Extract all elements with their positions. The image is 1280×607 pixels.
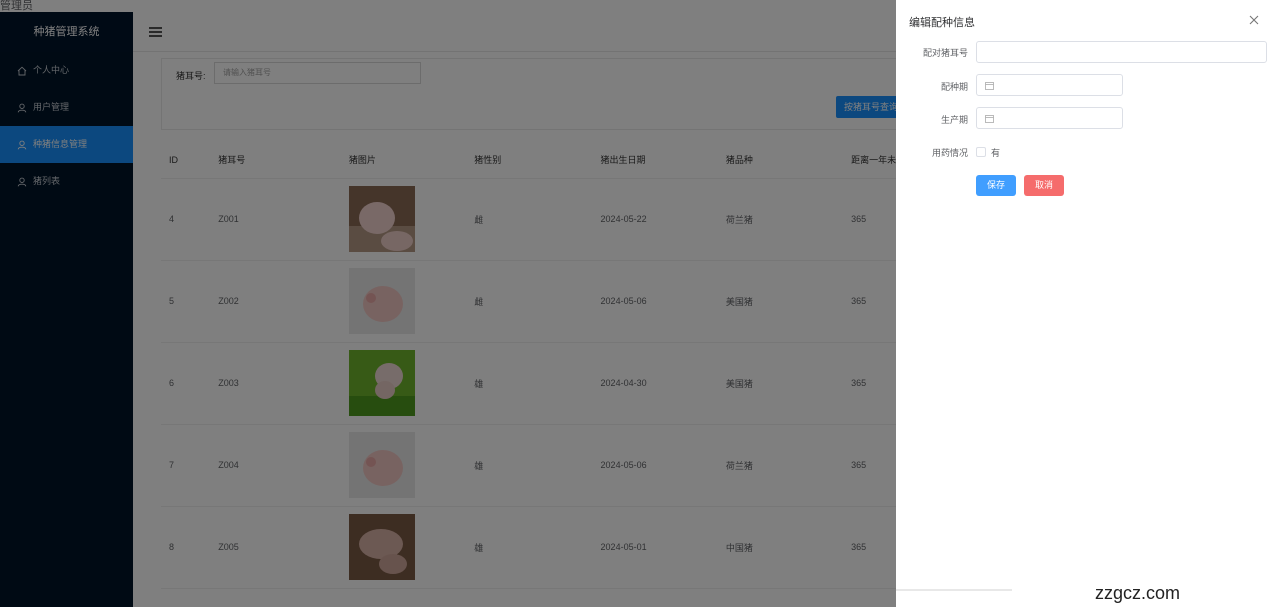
medication-checkbox[interactable] — [976, 147, 986, 157]
calendar-icon — [985, 115, 994, 123]
breeding-period-label: 配种期 — [940, 82, 968, 92]
cancel-button[interactable]: 取消 — [1024, 175, 1064, 196]
watermark: zzgcz.com — [1095, 583, 1181, 603]
pair-ear-label: 配对猪耳号 — [922, 48, 968, 58]
edit-breeding-drawer: 编辑配种信息 配对猪耳号 配种期 生产期 用药情况 有 保存 取消 — [896, 0, 1280, 607]
horizontal-scrollbar[interactable] — [896, 589, 1012, 591]
production-period-label: 生产期 — [940, 115, 968, 125]
production-period-picker[interactable] — [976, 107, 1123, 129]
drawer-title: 编辑配种信息 — [909, 17, 975, 29]
role-label: 管理员 — [0, 0, 33, 12]
breeding-period-picker[interactable] — [976, 74, 1123, 96]
calendar-icon — [985, 82, 994, 90]
pair-ear-input[interactable] — [976, 41, 1267, 63]
medication-label: 用药情况 — [931, 148, 968, 158]
medication-option-label[interactable]: 有 — [991, 146, 1000, 159]
save-button[interactable]: 保存 — [976, 175, 1016, 196]
close-icon[interactable] — [1248, 14, 1260, 26]
